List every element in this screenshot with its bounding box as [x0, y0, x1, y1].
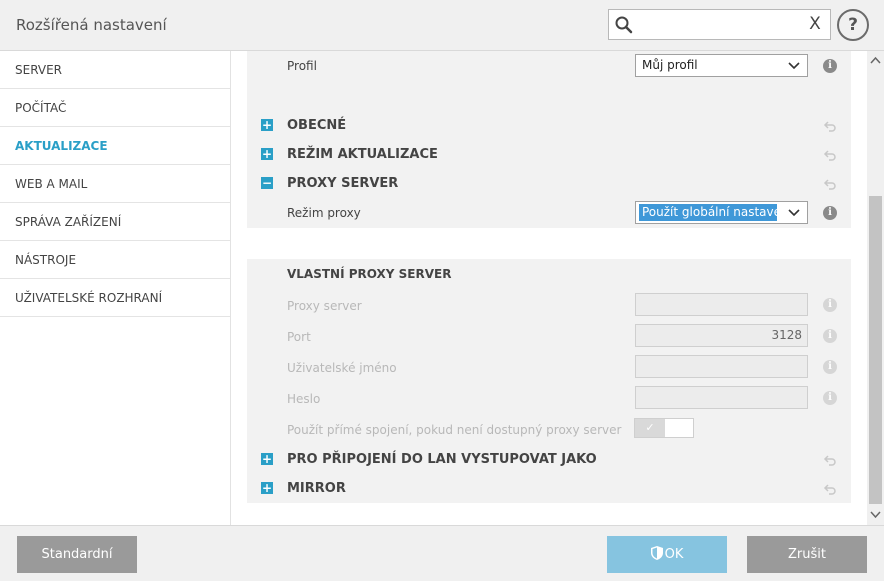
search-box[interactable]: X	[608, 9, 831, 40]
sidebar-item-server[interactable]: SERVER	[0, 51, 230, 89]
revert-icon[interactable]	[823, 454, 837, 466]
sidebar-item-web-and-mail[interactable]: WEB A MAIL	[0, 165, 230, 203]
chevron-down-icon	[788, 209, 800, 217]
expand-icon[interactable]: +	[261, 119, 273, 131]
proxy-mode-label: Režim proxy	[287, 206, 361, 220]
profile-select-value: Můj profil	[642, 58, 698, 72]
sidebar-item-computer[interactable]: POČÍTAČ	[0, 89, 230, 127]
section-lan-label: PRO PŘIPOJENÍ DO LAN VYSTUPOVAT JAKO	[287, 452, 597, 467]
ok-button[interactable]: OK	[607, 536, 727, 573]
vertical-scrollbar[interactable]	[867, 51, 884, 525]
proxy-server-field[interactable]	[635, 293, 808, 316]
section-proxy-server[interactable]: − PROXY SERVER	[247, 169, 851, 198]
scroll-up-icon[interactable]	[870, 56, 881, 66]
revert-icon[interactable]	[823, 483, 837, 495]
section-proxy-server-label: PROXY SERVER	[287, 176, 399, 191]
username-field[interactable]	[635, 355, 808, 378]
spacer-row	[247, 81, 851, 111]
window-title: Rozšířená nastavení	[16, 16, 167, 34]
search-icon	[615, 16, 633, 34]
direct-connection-label: Použít přímé spojení, pokud není dostupn…	[287, 423, 622, 437]
password-label: Heslo	[287, 392, 321, 406]
scroll-down-icon[interactable]	[870, 509, 881, 519]
collapse-icon[interactable]: −	[261, 177, 273, 189]
custom-proxy-heading: VLASTNÍ PROXY SERVER	[287, 267, 452, 281]
cancel-button[interactable]: Zrušit	[747, 536, 867, 573]
settings-content: Profil Můj profil i + OBECNÉ + REŽIM AKT…	[247, 51, 851, 521]
section-general-label: OBECNÉ	[287, 118, 347, 133]
proxy-server-label: Proxy server	[287, 299, 362, 313]
section-update-mode-label: REŽIM AKTUALIZACE	[287, 147, 438, 162]
search-input[interactable]	[639, 14, 804, 35]
port-field[interactable]: 3128	[635, 324, 808, 347]
info-icon[interactable]: i	[823, 391, 837, 405]
expand-icon[interactable]: +	[261, 482, 273, 494]
scrollbar-thumb[interactable]	[869, 196, 882, 504]
section-general[interactable]: + OBECNÉ	[247, 111, 851, 140]
proxy-mode-select[interactable]: Použít globální nastave...	[635, 201, 808, 224]
info-icon[interactable]: i	[823, 206, 837, 220]
section-mirror[interactable]: + MIRROR	[247, 474, 851, 503]
profile-select[interactable]: Můj profil	[635, 54, 808, 77]
password-field[interactable]	[635, 386, 808, 409]
expand-icon[interactable]: +	[261, 453, 273, 465]
section-mirror-label: MIRROR	[287, 481, 346, 496]
chevron-down-icon	[788, 62, 800, 70]
section-update-mode[interactable]: + REŽIM AKTUALIZACE	[247, 140, 851, 169]
proxy-mode-row: Režim proxy Použít globální nastave... i	[247, 198, 851, 228]
sidebar: SERVER POČÍTAČ AKTUALIZACE WEB A MAIL SP…	[0, 51, 231, 525]
window-header: Rozšířená nastavení X ?	[0, 0, 884, 51]
revert-icon[interactable]	[823, 149, 837, 161]
username-label: Uživatelské jméno	[287, 361, 397, 375]
expand-icon[interactable]: +	[261, 148, 273, 160]
profile-row: Profil Můj profil i	[247, 51, 851, 81]
revert-icon[interactable]	[823, 178, 837, 190]
info-icon[interactable]: i	[823, 298, 837, 312]
help-button[interactable]: ?	[837, 9, 869, 41]
spacer-row	[247, 228, 851, 259]
settings-panel: Profil Můj profil i + OBECNÉ + REŽIM AKT…	[232, 51, 884, 525]
section-lan[interactable]: + PRO PŘIPOJENÍ DO LAN VYSTUPOVAT JAKO	[247, 445, 851, 474]
custom-proxy-block: VLASTNÍ PROXY SERVER Proxy server i Port…	[247, 259, 851, 445]
sidebar-item-tools[interactable]: NÁSTROJE	[0, 241, 230, 279]
direct-connection-toggle[interactable]: ✓	[634, 418, 694, 438]
profile-label: Profil	[287, 59, 317, 73]
info-icon[interactable]: i	[823, 329, 837, 343]
standard-button[interactable]: Standardní	[17, 536, 137, 573]
info-icon[interactable]: i	[823, 59, 837, 73]
clear-search-icon[interactable]: X	[806, 15, 824, 33]
check-icon: ✓	[635, 419, 665, 437]
sidebar-item-user-interface[interactable]: UŽIVATELSKÉ ROZHRANÍ	[0, 279, 230, 317]
shield-icon	[650, 546, 663, 560]
info-icon[interactable]: i	[823, 360, 837, 374]
sidebar-item-device-control[interactable]: SPRÁVA ZAŘÍZENÍ	[0, 203, 230, 241]
footer-bar: Standardní OK Zrušit	[0, 525, 884, 581]
ok-button-label: OK	[664, 547, 684, 562]
proxy-mode-select-value: Použít globální nastave...	[639, 204, 777, 221]
sidebar-item-update[interactable]: AKTUALIZACE	[0, 127, 230, 165]
revert-icon[interactable]	[823, 120, 837, 132]
port-label: Port	[287, 330, 311, 344]
